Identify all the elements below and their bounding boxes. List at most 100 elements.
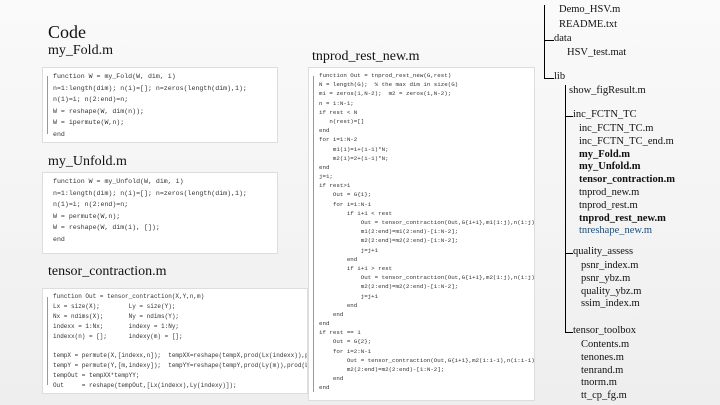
code-line: end <box>319 127 330 135</box>
code-line: for i=1:N-1 <box>319 200 372 208</box>
code-line: for i=2:N-1 <box>319 347 372 355</box>
code-line: if rest == 1 <box>319 329 361 337</box>
code-line: end <box>319 375 344 383</box>
code-line: end <box>319 163 330 171</box>
code-line: m1(i)=1+(i-1)*N; <box>319 145 389 153</box>
code-line: if rest>1 <box>319 182 351 190</box>
code-line: indexx(n) = []; indexy(m) = []; <box>53 332 183 340</box>
tree-item[interactable]: tnprod_new.m <box>579 187 639 198</box>
tree-item[interactable]: tnreshape_new.m <box>579 225 652 236</box>
code-line: m1(2:end)=m1(2:end)-[1:N-2]; <box>319 228 459 236</box>
tree-item[interactable]: Demo_HSV.m <box>559 4 620 15</box>
slide-title: Code <box>48 22 86 42</box>
code-line: Out = tensor_contraction(Out,G{i+1},m2(1… <box>319 274 535 282</box>
tnprod-rest-new-code: function Out = tnprod_rest_new(G,rest) N … <box>308 67 535 401</box>
code-line: function Out = tnprod_rest_new(G,rest) <box>319 72 452 79</box>
code-line: end <box>319 255 358 263</box>
code-line: end <box>319 384 330 392</box>
tree-item[interactable]: my_Unfold.m <box>579 161 641 172</box>
code-line: j=j+1 <box>319 246 379 254</box>
code-line: j=j+1 <box>319 292 379 300</box>
code-line: Nx = ndims(X); Ny = ndims(Y); <box>53 312 180 320</box>
tree-item[interactable]: psnr_index.m <box>581 260 638 271</box>
tensor-contraction-label: tensor_contraction.m <box>48 264 167 279</box>
tree-item[interactable]: HSV_test.mat <box>567 47 626 58</box>
code-line: n=1:length(dim); n(i)=[]; n=zeros(length… <box>53 84 247 92</box>
code-line: Out = tensor_contraction(Out,G{i+1},m2(1… <box>319 356 535 364</box>
code-line: Out = G{2}; <box>319 338 372 346</box>
tree-item[interactable]: lib <box>554 71 565 82</box>
code-line: Lx = size(X); Ly = size(Y); <box>53 302 176 310</box>
code-line: W = permute(W,n); <box>53 212 121 220</box>
code-line: W = ipermute(W,n); <box>53 119 125 126</box>
code-line: if i+1 < rest <box>319 209 393 217</box>
tree-item[interactable]: quality_assess <box>573 246 633 257</box>
tree-item[interactable]: tnprod_rest.m <box>579 200 638 211</box>
code-line: function Out = tensor_contraction(X,Y,n,… <box>53 293 205 300</box>
tree-item[interactable]: Contents.m <box>581 339 629 350</box>
code-line: m1 = zeros(1,N-2); m2 = zeros(1,N-2); <box>319 90 452 98</box>
code-line: if rest < N <box>319 108 358 116</box>
code-line: m2(2:end)=m2(2:end)-[1:N-2]; <box>319 237 459 245</box>
code-line: function W = my_Fold(W, dim, i) <box>53 73 176 80</box>
my-unfold-label: my_Unfold.m <box>48 154 127 169</box>
code-line: tempX = permute(X,[indexx,n]); tempXX=re… <box>53 352 307 360</box>
tree-item[interactable]: inc_FCTN_TC <box>573 109 637 120</box>
tree-connector <box>565 253 573 254</box>
code-line: Out = tensor_contraction(Out,G{i+1},m1(1… <box>319 219 535 226</box>
tree-item[interactable]: README.txt <box>559 19 617 30</box>
code-line: n=1:length(dim); n(i)=[]; n=zeros(length… <box>53 189 247 197</box>
tensor-contraction-code: function Out = tensor_contraction(X,Y,n,… <box>42 288 308 394</box>
tree-item[interactable]: show_figResult.m <box>569 85 646 96</box>
code-line: Out = reshape(tempOut,[Lx(indexx),Ly(ind… <box>53 382 237 390</box>
code-line: tempY = permute(Y,[m,indexy]); tempYY=re… <box>53 362 307 370</box>
code-line: n(1)=i; n(2:end)=n; <box>53 201 129 208</box>
tree-connector <box>565 116 573 117</box>
code-line: m2(2:end)=m2(2:end)-[1:N-2]; <box>319 366 445 373</box>
code-line: function W = my_Unfold(W, dim, i) <box>53 178 184 185</box>
tree-item[interactable]: inc_FCTN_TC.m <box>579 123 653 134</box>
tree-connector <box>544 40 554 41</box>
code-line: for i=1:N-2 <box>319 136 358 144</box>
code-line: tempOut = tempXX*tempYY; <box>53 372 140 380</box>
code-line: if i+1 > rest <box>319 264 393 272</box>
code-line: end <box>53 130 65 138</box>
tnprod-rest-new-label: tnprod_rest_new.m <box>312 49 420 64</box>
code-line: W = reshape(W, dim(n)); <box>53 107 145 115</box>
code-line: n(1)=i; n(2:end)=n; <box>53 96 129 103</box>
code-line: n = 1:N-1; <box>319 99 354 107</box>
tree-connector <box>544 78 554 79</box>
tree-item[interactable]: data <box>554 33 572 44</box>
tree-item[interactable]: tensor_toolbox <box>573 325 636 336</box>
code-line: n(rest)=[] <box>319 117 365 125</box>
tree-item[interactable]: my_Fold.m <box>579 149 630 160</box>
code-line: m2(i)=2+(i-1)*N; <box>319 154 389 162</box>
code-line: N = length(G); % the max dim in size(G) <box>319 81 459 89</box>
code-line: end <box>53 235 65 243</box>
code-line: end <box>319 320 330 328</box>
code-line: indexx = 1:Nx; indexy = 1:Ny; <box>53 322 180 330</box>
tree-item[interactable]: tnorm.m <box>581 377 617 388</box>
tree-item[interactable]: inc_FCTN_TC_end.m <box>579 136 674 147</box>
tree-connector <box>544 5 545 78</box>
tree-item[interactable]: tensor_contraction.m <box>579 174 675 185</box>
code-line: W = reshape(W, dim(i), []); <box>53 224 160 231</box>
tree-item[interactable]: ssim_index.m <box>581 298 640 309</box>
code-line: Out = G{1}; <box>319 191 372 199</box>
my-fold-code: function W = my_Fold(W, dim, i) n=1:lengt… <box>42 67 278 143</box>
tree-connector <box>565 332 573 333</box>
tree-item[interactable]: quality_ybz.m <box>581 286 641 297</box>
tree-item[interactable]: tnprod_rest_new.m <box>579 213 666 224</box>
code-line: j=1; <box>319 173 333 181</box>
my-fold-label: my_Fold.m <box>48 43 113 58</box>
code-line: end <box>319 301 358 309</box>
code-line: m2(2:end)=m2(2:end)-[1:N-2]; <box>319 283 459 291</box>
code-line: end <box>319 310 344 318</box>
tree-item[interactable]: tenrand.m <box>581 365 623 376</box>
tree-item[interactable]: tenones.m <box>581 352 624 363</box>
tree-item[interactable]: psnr_ybz.m <box>581 273 630 284</box>
tree-item[interactable]: tt_cp_fg.m <box>581 390 627 401</box>
slide: Code my_Fold.m function W = my_Fold(W, d… <box>0 0 720 405</box>
tree-connector <box>565 85 566 332</box>
